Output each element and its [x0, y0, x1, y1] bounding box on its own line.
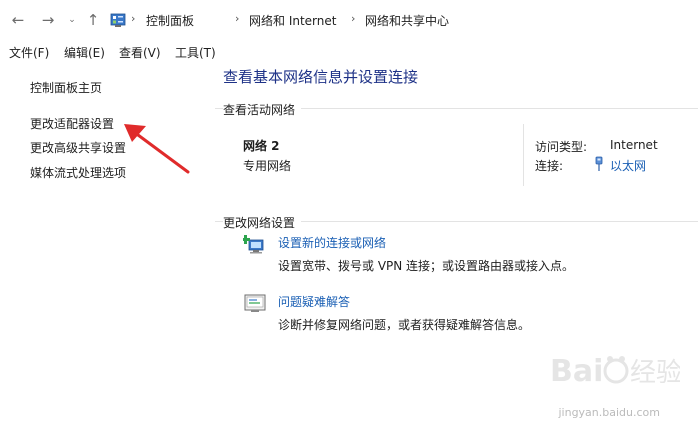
- divider: [523, 124, 524, 186]
- network-name: 网络 2: [243, 139, 280, 153]
- menu-edit[interactable]: 编辑(E): [64, 44, 105, 61]
- menu-bar: 文件(F) 编辑(E) 查看(V) 工具(T): [0, 40, 698, 62]
- network-type[interactable]: 专用网络: [243, 157, 291, 174]
- troubleshoot-problems-description: 诊断并修复网络问题，或者获得疑难解答信息。: [278, 318, 531, 332]
- svg-text:Bai: Bai: [550, 354, 603, 389]
- red-arrow-annotation: [124, 124, 190, 174]
- new-connection-icon: [243, 235, 264, 254]
- active-networks-heading: 查看活动网络: [223, 101, 302, 118]
- ethernet-connection-link[interactable]: 以太网: [610, 157, 646, 174]
- up-arrow-icon[interactable]: ↑: [85, 12, 101, 28]
- breadcrumb-network-internet[interactable]: 网络和 Internet: [249, 12, 336, 29]
- breadcrumb: › 控制面板 › 网络和 Internet › 网络和共享中心: [104, 8, 698, 32]
- svg-text:经验: 经验: [630, 358, 680, 388]
- sidebar-item-media-streaming-options[interactable]: 媒体流式处理选项: [30, 164, 126, 181]
- breadcrumb-separator-icon[interactable]: ›: [351, 12, 355, 25]
- connections-label: 连接:: [535, 159, 564, 173]
- troubleshoot-icon: [244, 294, 266, 312]
- access-type-value: Internet: [610, 138, 658, 152]
- setup-new-connection-link[interactable]: 设置新的连接或网络: [278, 234, 386, 251]
- menu-tools[interactable]: 工具(T): [175, 44, 216, 61]
- back-arrow-icon[interactable]: ←: [10, 12, 26, 28]
- breadcrumb-network-sharing-center[interactable]: 网络和共享中心: [365, 12, 449, 29]
- sidebar-item-control-panel-home[interactable]: 控制面板主页: [30, 79, 102, 96]
- sidebar-item-change-adapter-settings[interactable]: 更改适配器设置: [30, 115, 114, 132]
- access-type-label: 访问类型:: [535, 140, 588, 154]
- ethernet-icon: [595, 156, 603, 171]
- change-network-settings-heading: 更改网络设置: [223, 214, 302, 231]
- watermark-text: jingyan.baidu.com: [558, 406, 660, 419]
- sidebar-item-advanced-sharing-settings[interactable]: 更改高级共享设置: [30, 139, 126, 156]
- page-title: 查看基本网络信息并设置连接: [223, 68, 419, 86]
- breadcrumb-separator-icon[interactable]: ›: [131, 12, 135, 25]
- menu-view[interactable]: 查看(V): [119, 44, 161, 61]
- breadcrumb-control-panel[interactable]: 控制面板: [146, 12, 194, 29]
- troubleshoot-problems-link[interactable]: 问题疑难解答: [278, 293, 350, 310]
- breadcrumb-separator-icon[interactable]: ›: [235, 12, 239, 25]
- address-bar: ← → ⌄ ↑ › 控制面板 › 网络和 Internet › 网络和共享中心: [0, 0, 698, 40]
- recent-locations-chevron-icon[interactable]: ⌄: [64, 12, 80, 28]
- control-panel-icon: [110, 13, 126, 27]
- setup-new-connection-description: 设置宽带、拨号或 VPN 连接；或设置路由器或接入点。: [278, 259, 575, 273]
- menu-file[interactable]: 文件(F): [9, 44, 49, 61]
- forward-arrow-icon[interactable]: →: [40, 12, 56, 28]
- baidu-jingyan-watermark-logo: Bai 经验: [550, 354, 680, 389]
